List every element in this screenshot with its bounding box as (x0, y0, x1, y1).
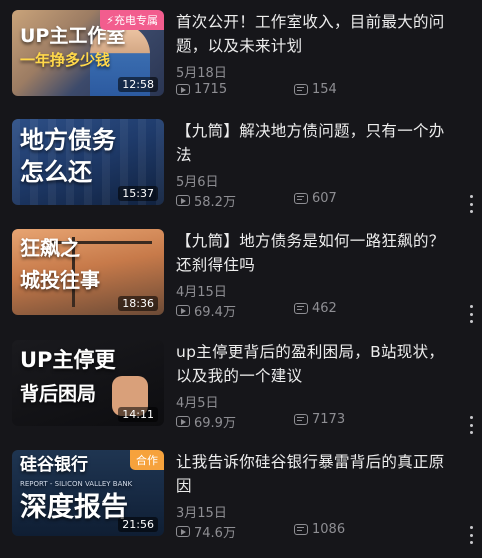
view-count: 74.6万 (176, 522, 236, 541)
lightning-icon: ⚡ (106, 14, 114, 27)
video-duration: 18:36 (118, 296, 158, 311)
thumbnail-caption-line1: 狂飙之 (20, 236, 80, 260)
thumbnail-caption-line1: 硅谷银行 (20, 455, 88, 475)
video-item[interactable]: 地方债务 怎么还 15:37 【九筒】解决地方债问题，只有一个办法 5月6日 5… (0, 119, 482, 227)
play-count-icon (176, 305, 190, 316)
thumbnail-caption-line2: 背后困局 (20, 383, 97, 405)
video-thumbnail[interactable]: UP主停更 背后困局 14:11 (12, 340, 164, 426)
comment-count: 462 (294, 301, 337, 316)
more-vertical-icon[interactable] (468, 526, 474, 544)
view-count: 69.4万 (176, 301, 236, 320)
video-duration: 15:37 (118, 186, 158, 201)
play-count-icon (176, 416, 190, 427)
video-stats: 1715 154 (176, 82, 466, 100)
comment-count: 607 (294, 191, 337, 206)
video-thumbnail[interactable]: 地方债务 怎么还 15:37 (12, 119, 164, 205)
play-count-icon (176, 526, 190, 537)
view-count: 69.9万 (176, 412, 236, 431)
thumbnail-caption-line1: UP主停更 (20, 348, 116, 372)
thumbnail-caption-line2: 深度报告 (20, 492, 128, 523)
video-item[interactable]: UP主停更 背后困局 14:11 up主停更背后的盈利困局，B站现状，以及我的一… (0, 340, 482, 448)
cooperation-badge: 合作 (130, 450, 164, 470)
upload-date: 5月6日 (176, 175, 219, 190)
charge-exclusive-badge: ⚡充电专属 (100, 10, 164, 30)
upload-date: 4月15日 (176, 285, 227, 300)
thumbnail-caption-line2: 城投往事 (20, 268, 100, 292)
upload-date: 5月18日 (176, 66, 227, 81)
video-thumbnail[interactable]: 硅谷银行 REPORT - SILICON VALLEY BANK 深度报告 合… (12, 450, 164, 536)
video-title[interactable]: 【九筒】地方债务是如何一路狂飙的？还刹得住吗 (176, 229, 454, 277)
view-count: 1715 (176, 82, 227, 97)
video-title[interactable]: 首次公开！工作室收入，目前最大的问题，以及未来计划 (176, 10, 454, 58)
view-count: 58.2万 (176, 191, 236, 210)
video-list: UP主工作室 一年挣多少钱 ⚡充电专属 12:58 首次公开！工作室收入，目前最… (0, 0, 482, 550)
video-title[interactable]: up主停更背后的盈利困局，B站现状，以及我的一个建议 (176, 340, 454, 388)
comment-count-icon (294, 414, 308, 425)
more-vertical-icon[interactable] (468, 305, 474, 323)
video-item[interactable]: UP主工作室 一年挣多少钱 ⚡充电专属 12:58 首次公开！工作室收入，目前最… (0, 10, 482, 118)
more-vertical-icon[interactable] (468, 416, 474, 434)
video-title[interactable]: 【九筒】解决地方债问题，只有一个办法 (176, 119, 454, 167)
video-stats: 69.4万 462 (176, 301, 466, 320)
video-duration: 12:58 (118, 77, 158, 92)
upload-date: 3月15日 (176, 506, 227, 521)
thumbnail-caption-line1: 地方债务 (20, 126, 116, 154)
video-duration: 21:56 (118, 517, 158, 532)
video-stats: 74.6万 1086 (176, 522, 466, 541)
video-title[interactable]: 让我告诉你硅谷银行暴雷背后的真正原因 (176, 450, 454, 498)
comment-count: 1086 (294, 522, 345, 537)
video-item[interactable]: 硅谷银行 REPORT - SILICON VALLEY BANK 深度报告 合… (0, 450, 482, 558)
play-count-icon (176, 195, 190, 206)
comment-count: 7173 (294, 412, 345, 427)
video-stats: 58.2万 607 (176, 191, 466, 210)
thumbnail-caption-line2: 一年挣多少钱 (20, 51, 111, 69)
play-count-icon (176, 84, 190, 95)
video-thumbnail[interactable]: 狂飙之 城投往事 18:36 (12, 229, 164, 315)
comment-count-icon (294, 84, 308, 95)
thumbnail-caption-line2: 怎么还 (20, 158, 92, 186)
comment-count-icon (294, 524, 308, 535)
video-item[interactable]: 狂飙之 城投往事 18:36 【九筒】地方债务是如何一路狂飙的？还刹得住吗 4月… (0, 229, 482, 337)
video-thumbnail[interactable]: UP主工作室 一年挣多少钱 ⚡充电专属 12:58 (12, 10, 164, 96)
thumbnail-caption-subline: REPORT - SILICON VALLEY BANK (20, 480, 133, 488)
more-vertical-icon[interactable] (468, 195, 474, 213)
comment-count: 154 (294, 82, 337, 97)
upload-date: 4月5日 (176, 396, 219, 411)
video-stats: 69.9万 7173 (176, 412, 466, 431)
comment-count-icon (294, 303, 308, 314)
video-duration: 14:11 (118, 407, 158, 422)
comment-count-icon (294, 193, 308, 204)
